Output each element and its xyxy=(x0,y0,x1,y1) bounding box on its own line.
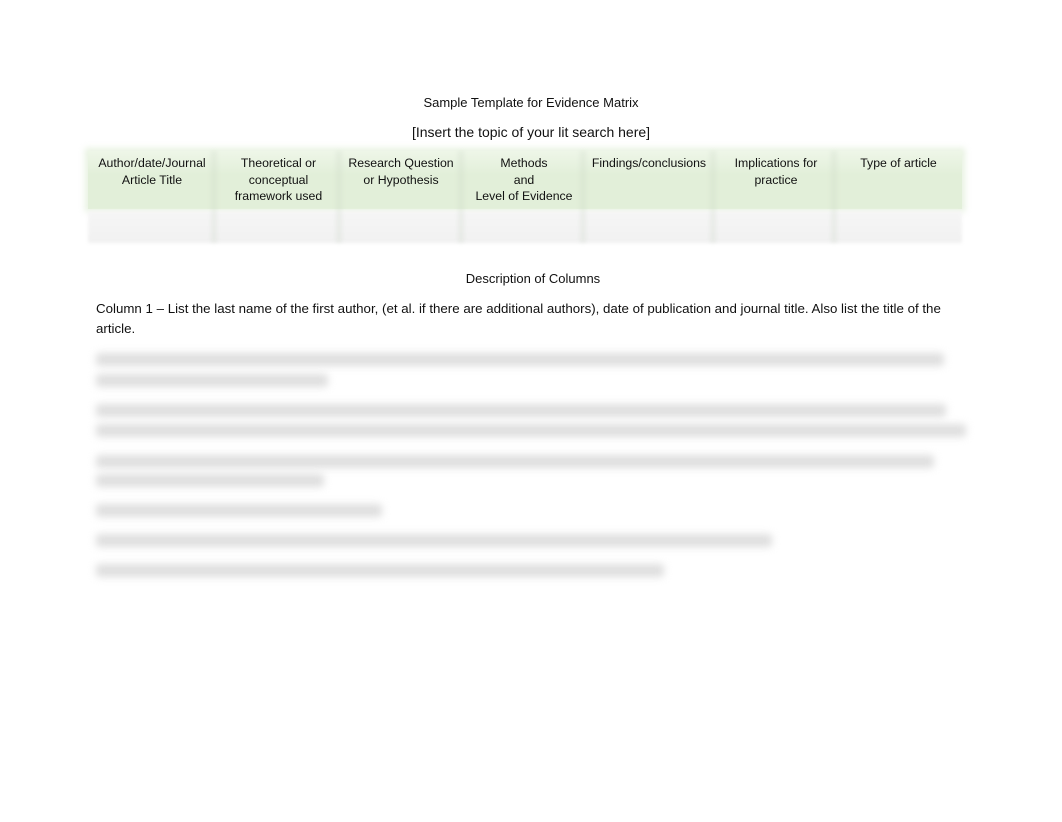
blurred-line xyxy=(96,455,934,468)
document-title: Sample Template for Evidence Matrix xyxy=(423,95,639,110)
column-header-methods: Methods and Level of Evidence xyxy=(475,156,573,203)
column-header-author: Author/date/Journal Article Title xyxy=(98,156,206,187)
column-1-description: Column 1 – List the last name of the fir… xyxy=(96,301,941,336)
column-header-implications: Implications for practice xyxy=(734,156,818,187)
blurred-line xyxy=(96,474,324,487)
column-header-type: Type of article xyxy=(860,156,937,170)
blurred-line xyxy=(96,374,328,387)
column-header-research-question: Research Question or Hypothesis xyxy=(348,156,454,187)
blurred-line xyxy=(96,564,664,577)
blurred-line xyxy=(96,424,966,437)
blurred-line xyxy=(96,404,946,417)
column-header-findings: Findings/conclusions xyxy=(591,156,707,170)
evidence-matrix-table: Author/date/Journal Article Title Theore… xyxy=(88,151,962,245)
description-heading: Description of Columns xyxy=(465,271,601,286)
document-page: Sample Template for Evidence Matrix [Ins… xyxy=(0,0,1062,822)
blurred-line xyxy=(96,534,772,547)
topic-placeholder: [Insert the topic of your lit search her… xyxy=(411,124,651,140)
blurred-line xyxy=(96,353,944,366)
blurred-line xyxy=(96,504,382,517)
column-header-framework: Theoretical or conceptual framework used xyxy=(234,156,323,203)
